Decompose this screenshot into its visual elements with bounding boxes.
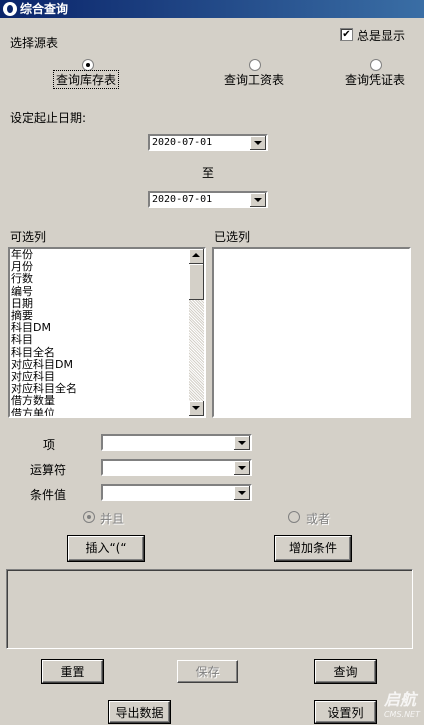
chevron-down-icon[interactable] xyxy=(234,461,250,475)
radio-salary-label[interactable]: 查询工资表 xyxy=(224,71,284,88)
start-date-value: 2020-07-01 xyxy=(152,137,213,148)
chevron-down-icon[interactable] xyxy=(250,193,266,207)
or-radio[interactable] xyxy=(288,511,300,523)
watermark-text: 启航 xyxy=(383,690,416,709)
condition-text-area[interactable] xyxy=(6,569,413,649)
always-show-checkbox[interactable]: ✔ xyxy=(340,28,353,41)
list-item[interactable]: 行数 xyxy=(11,273,77,285)
list-item[interactable]: 编号 xyxy=(11,285,77,298)
chevron-down-icon[interactable] xyxy=(234,436,250,450)
list-item[interactable]: 借方数量 xyxy=(11,395,77,407)
title-bar[interactable]: 综合查询 xyxy=(0,0,424,18)
radio-inventory-label[interactable]: 查询库存表 xyxy=(53,70,120,89)
radio-voucher[interactable] xyxy=(370,59,382,71)
source-label: 选择源表 xyxy=(10,36,59,50)
chevron-down-icon[interactable] xyxy=(250,136,266,150)
always-show-label: 总是显示 xyxy=(357,29,406,43)
radio-voucher-label[interactable]: 查询凭证表 xyxy=(345,71,405,88)
list-item[interactable]: 借方单位 xyxy=(11,407,77,416)
scroll-up-icon[interactable] xyxy=(189,249,204,264)
or-label: 或者 xyxy=(306,512,331,526)
save-button[interactable]: 保存 xyxy=(177,660,238,683)
start-date-picker[interactable]: 2020-07-01 xyxy=(148,134,268,151)
and-label: 并且 xyxy=(100,512,125,526)
chevron-down-icon[interactable] xyxy=(234,486,250,500)
insert-paren-button[interactable]: 插入“(“ xyxy=(68,536,144,561)
radio-salary[interactable] xyxy=(249,59,261,71)
scroll-thumb[interactable] xyxy=(189,264,204,300)
condition-item-select[interactable] xyxy=(101,434,252,451)
condition-value-select[interactable] xyxy=(101,484,252,501)
watermark-sub: CMS.NET xyxy=(383,710,420,719)
end-date-value: 2020-07-01 xyxy=(152,194,213,205)
operator-label: 运算符 xyxy=(30,463,67,477)
date-to-label: 至 xyxy=(202,166,215,180)
reset-button[interactable]: 重置 xyxy=(42,660,103,683)
set-columns-button[interactable]: 设置列 xyxy=(315,701,376,723)
operator-select[interactable] xyxy=(101,459,252,476)
date-range-label: 设定起止日期: xyxy=(10,111,87,125)
and-radio[interactable] xyxy=(83,511,95,523)
end-date-picker[interactable]: 2020-07-01 xyxy=(148,191,268,208)
window-title: 综合查询 xyxy=(20,2,69,16)
available-columns-list[interactable]: 年份 月份 行数 编号 日期 摘要 科目DM 科目 科目全名 对应科目DM 对应科目 对应科目全名 借方… xyxy=(8,247,206,418)
condition-item-label: 项 xyxy=(43,438,56,452)
watermark-logo: 启航 CMS.NET xyxy=(384,686,420,719)
condition-value-label: 条件值 xyxy=(30,488,67,502)
selected-columns-list[interactable] xyxy=(212,247,411,418)
vertical-scrollbar[interactable] xyxy=(189,249,204,416)
add-condition-button[interactable]: 增加条件 xyxy=(275,536,351,561)
query-button[interactable]: 查询 xyxy=(315,660,376,683)
scroll-down-icon[interactable] xyxy=(189,401,204,416)
selected-columns-label: 已选列 xyxy=(214,230,251,244)
app-icon xyxy=(3,2,17,16)
list-item[interactable]: 科目 xyxy=(11,334,77,346)
available-columns-label: 可选列 xyxy=(10,230,47,244)
list-item[interactable]: 科目全名 xyxy=(11,346,77,359)
export-data-button[interactable]: 导出数据 xyxy=(109,701,170,723)
